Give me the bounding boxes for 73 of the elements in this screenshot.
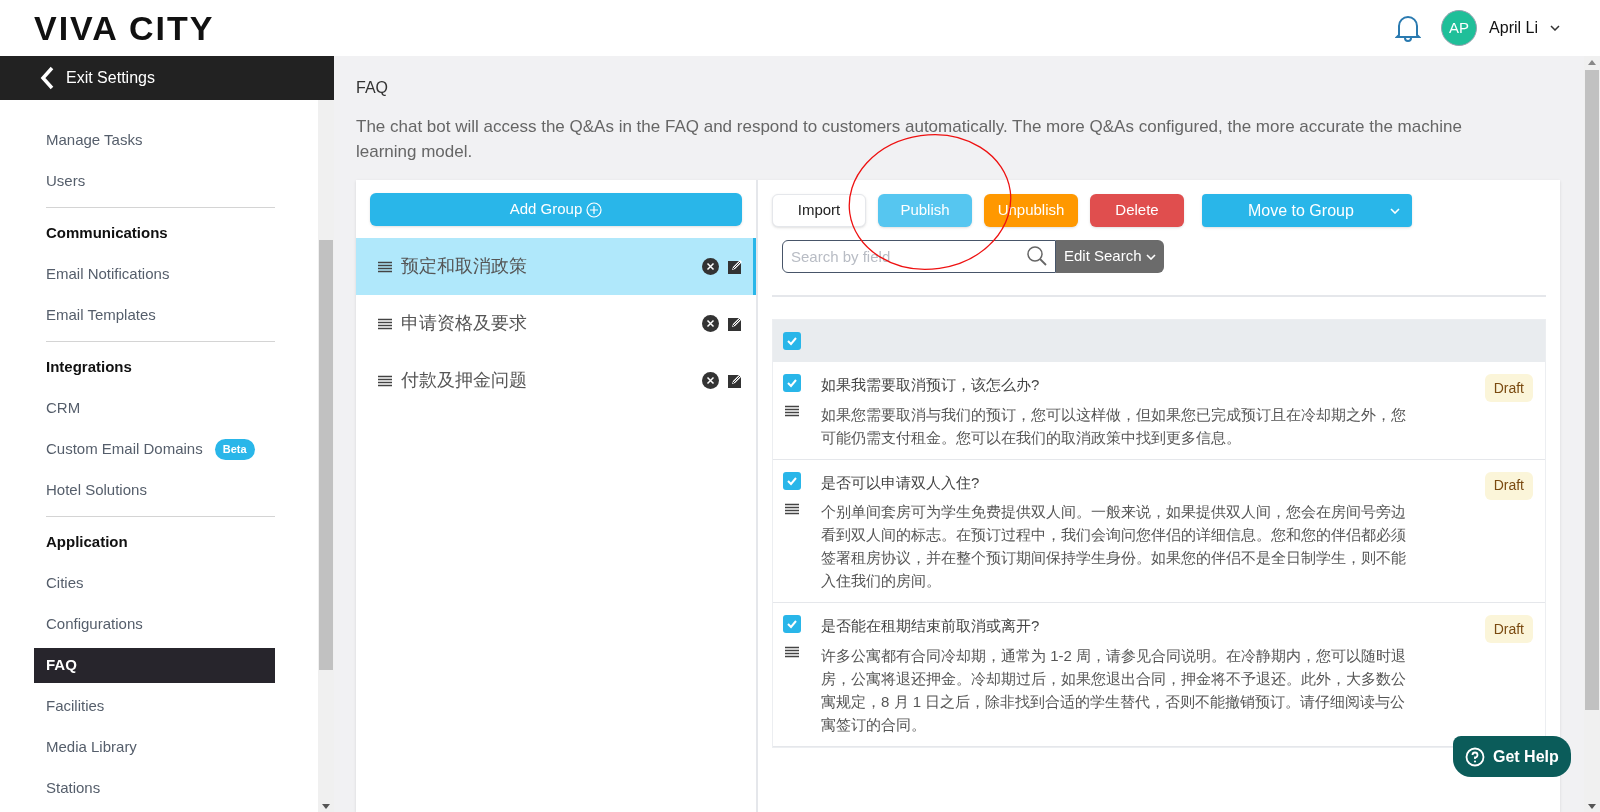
checkbox[interactable] [783, 471, 801, 490]
sidebar-item[interactable]: CRM [0, 388, 318, 429]
drag-handle-icon[interactable] [378, 374, 392, 387]
drag-handle-icon[interactable] [378, 317, 392, 330]
sidebar-item[interactable]: FAQ [34, 648, 275, 683]
chevron-down-icon[interactable] [1550, 25, 1560, 31]
sidebar-item[interactable]: Stations [0, 768, 318, 809]
group-name: 预定和取消政策 [401, 255, 528, 278]
sidebar-item[interactable]: Facilities [0, 686, 318, 727]
section-heading: Communications [45, 223, 169, 244]
drag-handle-icon[interactable] [378, 260, 392, 273]
checkmark-icon [786, 619, 798, 629]
help-icon [1465, 746, 1485, 767]
status-badge: Draft [1484, 615, 1533, 643]
faq-question: 是否能在租期结束前取消或离开? [821, 616, 1041, 636]
sidebar-item[interactable]: Cities [0, 563, 318, 604]
notification-bell-icon[interactable] [1395, 13, 1422, 43]
checkbox[interactable] [783, 615, 801, 633]
exit-settings-label[interactable]: Exit Settings [66, 66, 155, 90]
edit-icon[interactable] [728, 316, 743, 331]
faq-question: 是否可以申请双人入住? [821, 472, 981, 493]
sidebar-item[interactable]: Manage Tasks [0, 120, 318, 161]
faq-question: 如果我需要取消预订，该怎么办? [821, 375, 1041, 395]
edit-icon[interactable] [728, 373, 743, 388]
sidebar-item[interactable]: Media Library [0, 727, 318, 768]
beta-badge: Beta [214, 439, 255, 460]
status-badge: Draft [1484, 374, 1533, 402]
sidebar-item[interactable]: Email Notifications [0, 254, 318, 295]
group-item[interactable]: 申请资格及要求 [356, 295, 756, 352]
faq-answer: 如果您需要取消与我们的预订，您可以这样做，但如果您已完成预订且在冷却期之外，您可能仍需支付租金。您可以在我们的取消政策中找到更多信息。 [821, 404, 1407, 448]
group-item[interactable]: 付款及押金问题 [356, 352, 756, 409]
section-heading: Application [45, 532, 129, 553]
group-name: 付款及押金问题 [401, 369, 528, 392]
sidebar-item[interactable]: Users [0, 161, 318, 202]
remove-icon[interactable] [702, 372, 719, 389]
logo: VIVA CITY [34, 7, 215, 49]
group-item[interactable]: 预定和取消政策 [356, 238, 756, 295]
scrollbar-thumb[interactable] [319, 240, 333, 670]
sidebar-item[interactable]: Configurations [0, 604, 318, 645]
checkmark-icon [786, 475, 798, 486]
checkmark-icon [786, 378, 798, 388]
back-chevron-icon [40, 66, 54, 90]
remove-icon[interactable] [702, 315, 719, 332]
import-button[interactable]: Import [772, 194, 866, 227]
drag-handle-icon[interactable] [785, 646, 799, 658]
section-heading: Integrations [45, 357, 133, 378]
delete-button[interactable]: Delete [1090, 194, 1184, 227]
group-name: 申请资格及要求 [401, 312, 528, 335]
sidebar-item-label[interactable]: Custom Email Domains [46, 438, 203, 461]
exit-settings-bar[interactable]: Exit Settings [0, 56, 334, 100]
faq-answer: 许多公寓都有合同冷却期，通常为 1-2 周，请参见合同说明。在冷静期内，您可以随时退房，公寓将退还押金。冷却期过后，如果您退出合同，押金将不予退还。此外，大多数公寓规定，8 月 1 日之后，除非找到合适的学生替代，否则不能撤销预订。请仔细阅读与公寓签订的合同。 [821, 645, 1407, 735]
sidebar-item[interactable]: Hotel Solutions [0, 470, 318, 511]
get-help-button[interactable]: Get Help [1453, 736, 1571, 777]
faq-answer: 个别单间套房可为学生免费提供双人间。一般来说，如果提供双人间，您会在房间号旁边看到双人间的标志。在预订过程中，我们会询问您伴侣的详细信息。您和您的伴侣都必须签署租房协议，并在整个预订期间保持学生身份。如果您的伴侣不是全日制学生，则不能入住我们的房间。 [821, 502, 1407, 591]
edit-search-button[interactable]: Edit Search [1056, 240, 1164, 273]
checkbox[interactable] [783, 332, 801, 350]
page-description: The chat bot will access the Q&As in the FAQ and respond to customers automatically. The more Q&As configured, the more accurate the machine learning model. [356, 116, 1463, 163]
drag-handle-icon[interactable] [785, 502, 799, 515]
search-icon[interactable] [1026, 245, 1048, 267]
checkmark-icon [786, 336, 798, 346]
user-name[interactable]: April Li [1489, 16, 1538, 40]
page-title: FAQ [356, 78, 389, 98]
sidebar-item[interactable]: Email Templates [0, 295, 318, 336]
chevron-down-icon [1145, 253, 1156, 260]
drag-handle-icon[interactable] [785, 405, 799, 417]
sidebar-item[interactable]: Custom Email Domains Beta [0, 429, 318, 470]
chevron-down-icon [1390, 207, 1400, 214]
scrollbar-thumb[interactable] [1585, 70, 1599, 710]
plus-circle-icon [586, 201, 603, 218]
remove-icon[interactable] [702, 258, 719, 275]
edit-icon[interactable] [728, 259, 743, 274]
status-badge: Draft [1484, 471, 1533, 500]
checkbox[interactable] [783, 374, 801, 392]
